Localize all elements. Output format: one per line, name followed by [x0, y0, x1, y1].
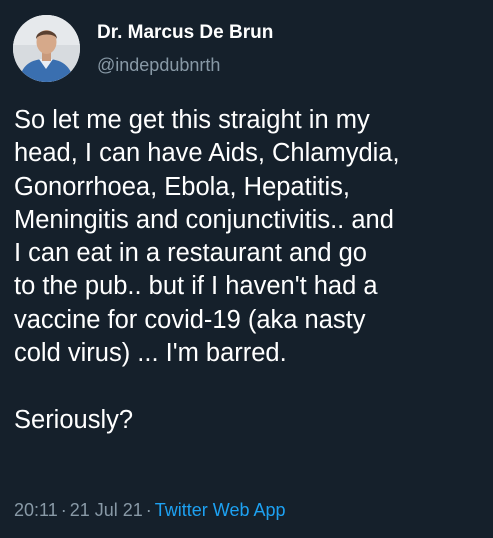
tweet-card: Dr. Marcus De Brun @indepdubnrth So let … [0, 0, 493, 538]
tweet-time[interactable]: 20:11 [14, 500, 58, 520]
tweet-text-line: Seriously? [14, 405, 134, 434]
tweet-date[interactable]: 21 Jul 21 [70, 500, 143, 520]
author-display-name[interactable]: Dr. Marcus De Brun [97, 22, 273, 44]
meta-separator: · [145, 500, 152, 520]
avatar-photo-icon [13, 15, 80, 82]
tweet-text-line: to the pub.. but if I haven't had a [14, 272, 378, 301]
tweet-source-link[interactable]: Twitter Web App [155, 500, 286, 520]
tweet-text-line: Meningitis and conjunctivitis.. and [14, 205, 394, 234]
tweet-metadata: 20:11 · 21 Jul 21 · Twitter Web App [14, 500, 286, 521]
tweet-text-line: cold virus) ... I'm barred. [14, 339, 287, 368]
tweet-text-line: So let me get this straight in my [14, 106, 370, 134]
tweet-text: So let me get this straight in my head, … [14, 104, 490, 437]
avatar[interactable] [13, 15, 80, 82]
tweet-text-line: head, I can have Aids, Chlamydia, [14, 139, 400, 168]
tweet-text-line: Gonorrhoea, Ebola, Hepatitis, [14, 172, 350, 201]
tweet-text-line: vaccine for covid-19 (aka nasty [14, 305, 366, 334]
meta-separator: · [60, 500, 67, 520]
author-handle[interactable]: @indepdubnrth [97, 55, 220, 76]
tweet-text-line: I can eat in a restaurant and go [14, 239, 367, 268]
